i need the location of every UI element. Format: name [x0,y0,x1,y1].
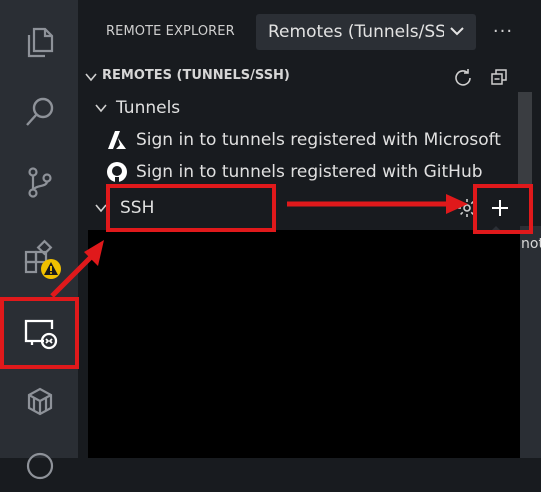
annotation-arrows [50,194,468,298]
annotation-arrow-horizontal [287,194,468,214]
annotation-arrow-diagonal [50,240,104,298]
